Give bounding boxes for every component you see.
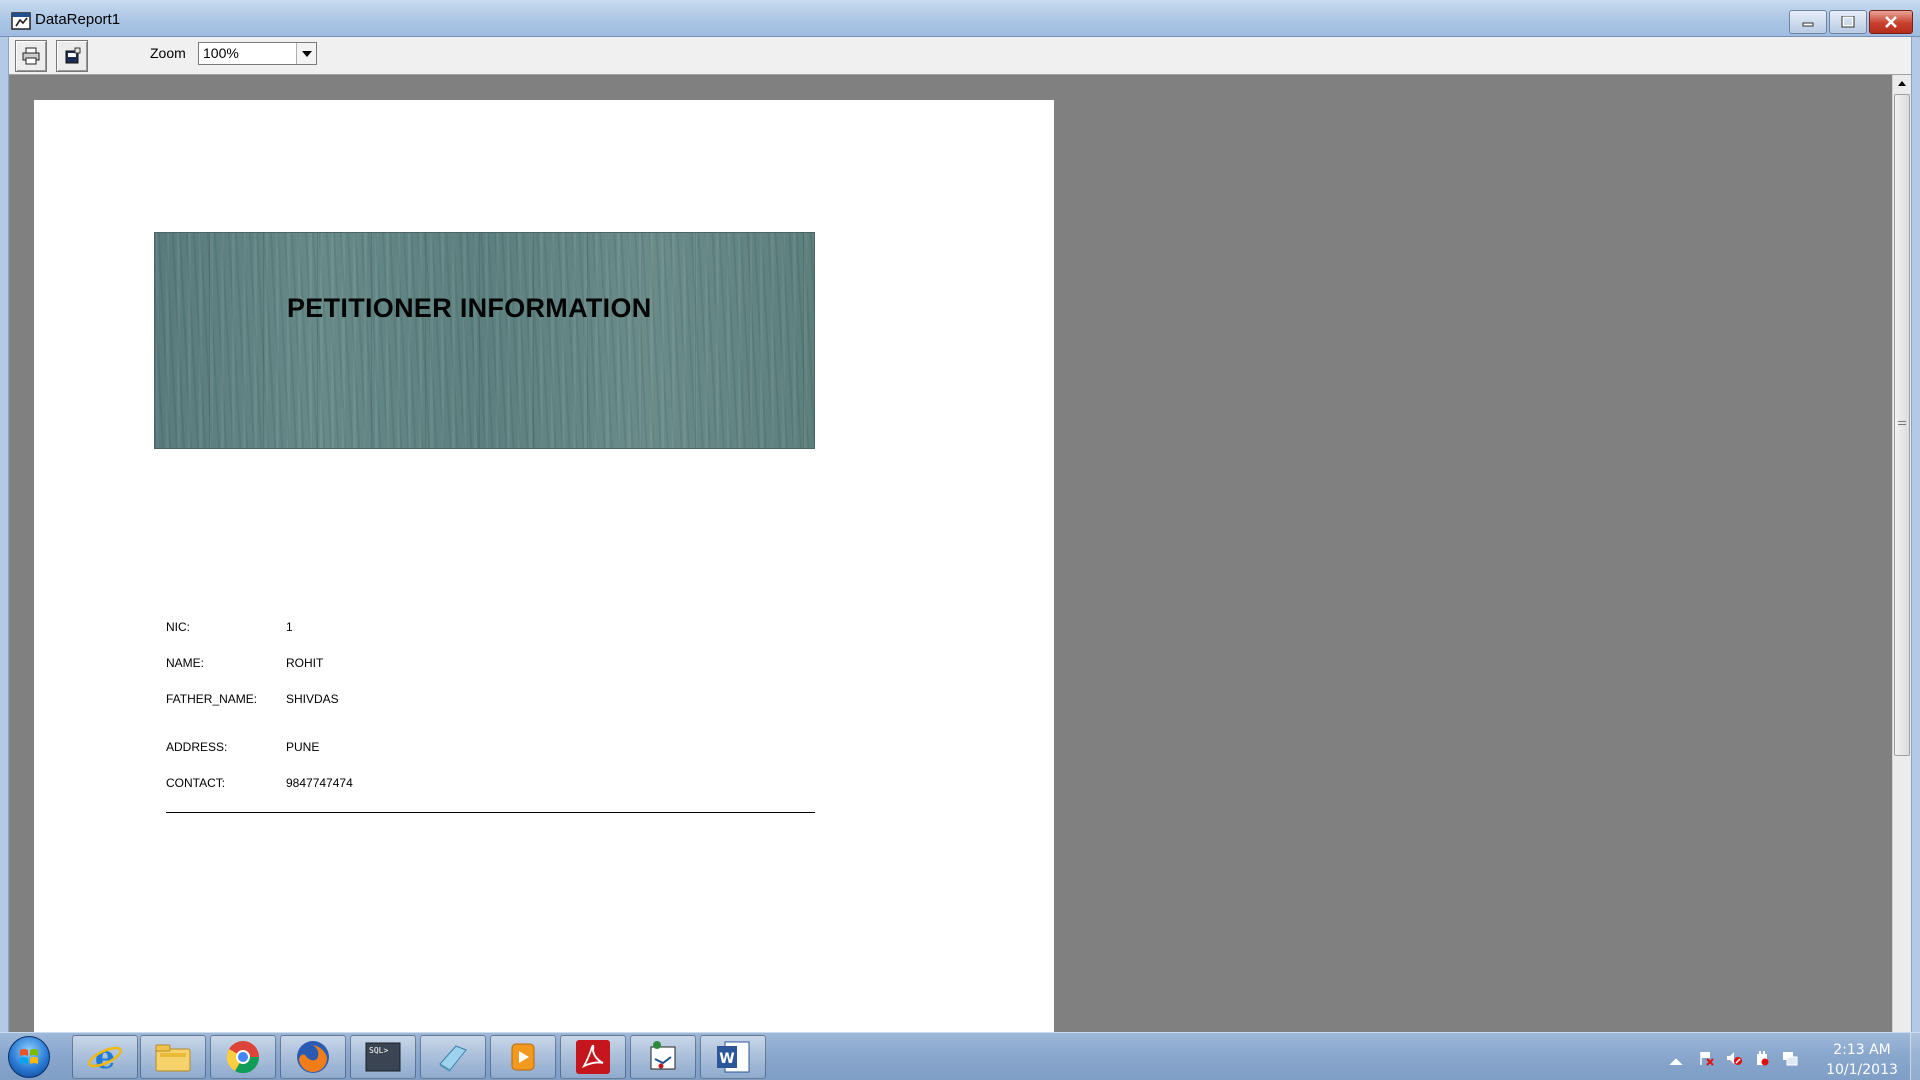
report-page: PETITIONER INFORMATION NIC: 1 NAME: ROHI…: [34, 100, 1054, 1032]
taskbar-media-player[interactable]: [490, 1035, 556, 1079]
zoom-value: 100%: [203, 45, 239, 61]
field-value-contact: 9847747474: [286, 776, 353, 790]
show-desktop-button[interactable]: [1910, 1033, 1920, 1080]
volume-muted-icon[interactable]: [1726, 1050, 1742, 1066]
svg-text:W: W: [719, 1051, 734, 1067]
report-header-banner: PETITIONER INFORMATION: [154, 232, 815, 449]
minimize-button[interactable]: [1789, 10, 1827, 34]
word-icon: W: [717, 1041, 750, 1073]
print-button[interactable]: [15, 40, 47, 72]
close-icon: [1885, 16, 1897, 28]
minimize-icon: [1802, 22, 1814, 27]
taskbar-clock[interactable]: 2:13 AM 10/1/2013: [1822, 1040, 1902, 1080]
print-icon: [22, 47, 40, 65]
taskbar-notepad[interactable]: [420, 1035, 486, 1079]
export-button[interactable]: [56, 40, 88, 72]
report-divider-line: [166, 812, 815, 813]
zoom-dropdown[interactable]: 100%: [198, 42, 317, 65]
notepad-icon: [439, 1045, 467, 1072]
network-icon[interactable]: [1782, 1050, 1798, 1066]
window-title: DataReport1: [35, 11, 121, 28]
scroll-thumb[interactable]: [1894, 94, 1910, 756]
maximize-icon: [1841, 16, 1855, 28]
taskbar-vb6[interactable]: [630, 1035, 696, 1079]
arrow-up-icon: [1898, 81, 1906, 86]
field-label-nic: NIC:: [166, 620, 190, 634]
firefox-icon: [297, 1041, 329, 1073]
taskbar-adobe-reader[interactable]: [560, 1035, 626, 1079]
export-icon: [65, 47, 81, 64]
taskbar-word[interactable]: W: [700, 1035, 766, 1079]
window-frame-right: [1911, 37, 1920, 1032]
field-label-contact: CONTACT:: [166, 776, 226, 790]
taskbar-chrome[interactable]: [210, 1035, 276, 1079]
close-button[interactable]: [1869, 10, 1913, 34]
file-explorer-icon: [155, 1044, 191, 1072]
chrome-icon: [226, 1041, 260, 1074]
media-player-icon: [511, 1043, 535, 1071]
chevron-down-icon: [301, 50, 312, 57]
taskbar-internet-explorer[interactable]: e: [72, 1035, 138, 1079]
show-hidden-icons-icon[interactable]: [1668, 1053, 1684, 1069]
sql-plus-icon: SQL>: [365, 1042, 401, 1072]
report-title: PETITIONER INFORMATION: [287, 293, 652, 323]
clock-date: 10/1/2013: [1826, 1062, 1898, 1078]
field-label-father-name: FATHER_NAME:: [166, 692, 258, 706]
scroll-up-button[interactable]: [1893, 75, 1911, 92]
window-title-bar[interactable]: DataReport1: [0, 0, 1920, 37]
field-label-name: NAME:: [166, 656, 205, 670]
report-icon: [11, 12, 31, 30]
zoom-label: Zoom: [150, 45, 186, 61]
windows-logo-icon: [20, 1049, 38, 1064]
taskbar-file-explorer[interactable]: [140, 1035, 206, 1079]
start-button[interactable]: [8, 1036, 50, 1078]
field-value-address: PUNE: [286, 740, 320, 754]
field-value-father-name: SHIVDAS: [286, 692, 339, 706]
svg-text:e: e: [95, 1039, 115, 1075]
report-toolbar: Zoom 100%: [9, 37, 1911, 75]
zoom-dropdown-arrow[interactable]: [296, 43, 316, 64]
taskbar-sql-plus[interactable]: SQL>: [350, 1035, 416, 1079]
power-icon[interactable]: [1754, 1050, 1770, 1066]
clock-time: 2:13 AM: [1833, 1042, 1891, 1058]
field-label-address: ADDRESS:: [166, 740, 228, 754]
vb6-icon: [650, 1041, 676, 1070]
adobe-reader-icon: [576, 1040, 610, 1074]
field-value-name: ROHIT: [286, 656, 324, 670]
taskbar-firefox[interactable]: [280, 1035, 346, 1079]
svg-text:SQL>: SQL>: [369, 1046, 388, 1055]
vertical-scrollbar[interactable]: [1892, 75, 1911, 1032]
action-center-icon[interactable]: [1698, 1050, 1714, 1066]
internet-explorer-icon: e: [88, 1039, 122, 1075]
grip-icon: [1898, 421, 1906, 427]
maximize-button[interactable]: [1829, 10, 1867, 34]
report-preview-area[interactable]: PETITIONER INFORMATION NIC: 1 NAME: ROHI…: [10, 75, 1892, 1032]
window-frame-left: [0, 37, 9, 1032]
windows-taskbar: e SQL> W 2:13 AM 10/1/2013: [0, 1032, 1920, 1080]
field-value-nic: 1: [286, 620, 293, 634]
